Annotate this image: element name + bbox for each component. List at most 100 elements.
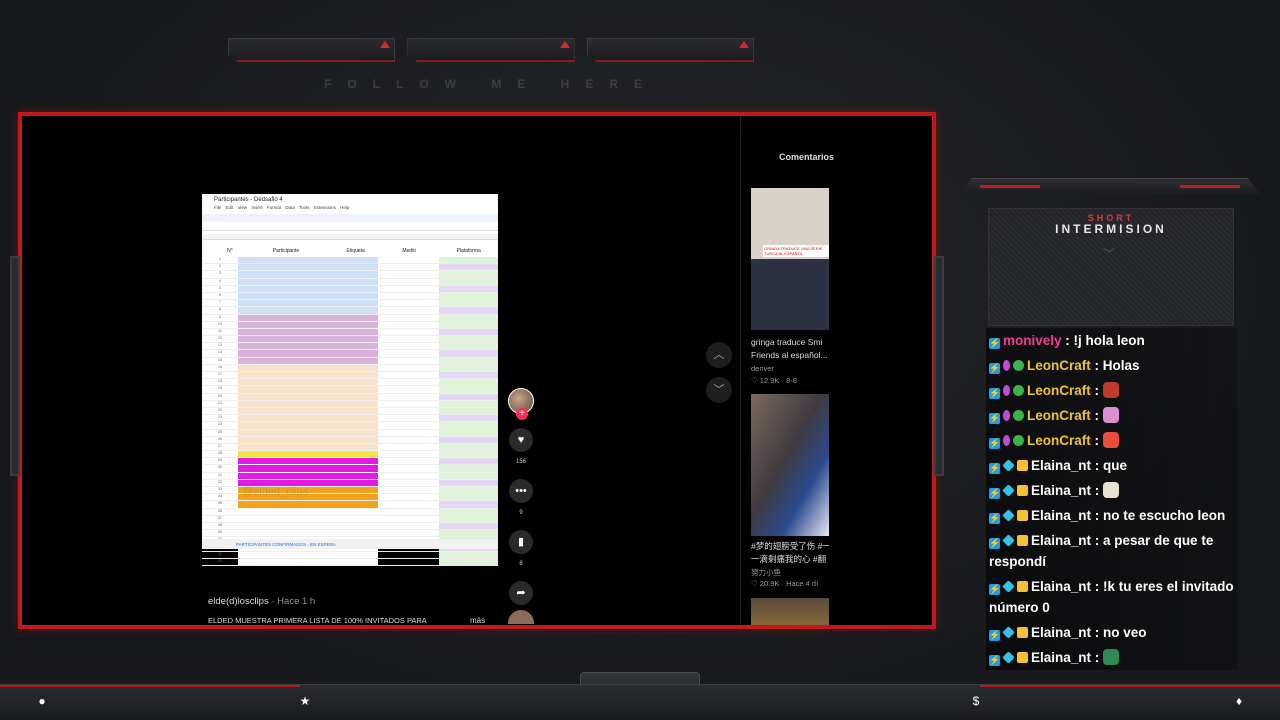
chat-message: ⚡ Elaina_nt : a pesar de que te respondí	[986, 528, 1238, 574]
sheet-header-row: N° Participante Etiqueta Medio Plataform…	[227, 248, 481, 254]
star-icon[interactable]: ★	[298, 694, 312, 708]
post-time: · Hace 1 h	[271, 596, 316, 607]
kick-icon: ⚡	[989, 413, 1001, 424]
thumbnail-label: GRINGA TRADUCE UNA SERIE TURCA AL ESPAÑO…	[763, 245, 829, 257]
chat-message: ⚡ Elaina_nt : no te escucho leon	[986, 503, 1238, 528]
sheet-row: 16	[202, 364, 498, 372]
triangle-icon	[559, 41, 570, 48]
social-tab-2[interactable]	[407, 38, 575, 62]
sheet-row: 42	[202, 551, 498, 559]
like-action[interactable]: ♥ 156	[508, 428, 534, 465]
video-1-title-line1[interactable]: gringa traduce Smi	[751, 336, 829, 348]
spreadsheet-video[interactable]: Participantes - Dedsafio 4 File Edit Vie…	[202, 194, 498, 567]
video-1-title-line2[interactable]: Friends al español...	[751, 349, 829, 361]
crown-icon	[1017, 535, 1028, 546]
sheet-row: 25	[202, 429, 498, 437]
more-link[interactable]: más	[470, 616, 485, 625]
user-icon[interactable]: ●	[35, 694, 49, 708]
creator-avatar[interactable]: +	[508, 388, 534, 420]
video-watermark: @elded_clips	[242, 486, 309, 498]
chat-username[interactable]: LeonCraft	[1027, 358, 1091, 373]
sheet-row: 18	[202, 379, 498, 387]
comment-icon[interactable]: •••	[509, 479, 533, 503]
chat-message: ⚡ Elaina_nt :	[986, 478, 1238, 503]
chat-text: : no te escucho leon	[1091, 508, 1226, 523]
bookmark-icon[interactable]: ▮	[509, 530, 533, 554]
kick-icon: ⚡	[989, 388, 1001, 399]
chat-text: : que	[1091, 458, 1128, 473]
mic-icon	[1003, 385, 1010, 396]
gem-icon	[1002, 484, 1015, 497]
sheet-row: 22	[202, 407, 498, 416]
sheet-row: 36	[202, 508, 498, 516]
chat-text: :	[1091, 483, 1104, 498]
video-author[interactable]: elde(d)losclips · Hace 1 h	[208, 596, 315, 607]
chat-username[interactable]: LeonCraft	[1027, 408, 1091, 423]
sheet-toolbar	[202, 214, 498, 222]
sheet-formula-bar	[202, 225, 498, 231]
chat-username[interactable]: Elaina_nt	[1031, 579, 1091, 594]
follow-plus-icon[interactable]: +	[516, 408, 528, 420]
video-2-author[interactable]: 努力小鱼	[751, 567, 829, 578]
prev-video-button[interactable]: ︿	[706, 342, 732, 368]
follow-me-label: FOLLOW ME HERE	[324, 77, 658, 91]
sheet-row: 3	[202, 271, 498, 279]
share-icon[interactable]: ➦	[509, 581, 533, 605]
sheet-row: 12	[202, 336, 498, 344]
sheet-row: 15	[202, 357, 498, 365]
chevron-down-icon: ﹀	[1103, 247, 1116, 261]
chat-username[interactable]: LeonCraft	[1027, 383, 1091, 398]
video-1-author[interactable]: denver	[751, 364, 829, 373]
side-panel: Comentarios GRINGA TRADUCE UNA SERIE TUR…	[740, 116, 932, 625]
video-thumbnail-3[interactable]	[751, 598, 829, 625]
chat-message: ⚡ Elaina_nt : !k tu eres el invitado núme…	[986, 574, 1238, 620]
video-thumbnail-1[interactable]: GRINGA TRADUCE UNA SERIE TURCA AL ESPAÑO…	[751, 188, 829, 330]
chat-username[interactable]: monively	[1003, 333, 1062, 348]
chat-username[interactable]: LeonCraft	[1027, 433, 1091, 448]
heart-icon[interactable]: ♥	[509, 428, 533, 452]
kick-icon: ⚡	[989, 655, 1001, 666]
author-name[interactable]: elde(d)losclips	[208, 596, 269, 607]
chat-username[interactable]: Elaina_nt	[1031, 508, 1091, 523]
save-action[interactable]: ▮ 8	[508, 530, 534, 567]
crown-icon	[1017, 460, 1028, 471]
sheet-row: 29	[202, 458, 498, 466]
chat-text: : !j hola leon	[1061, 333, 1145, 348]
chat-text: :	[1090, 433, 1103, 448]
sheet-row: 26	[202, 436, 498, 444]
chat-message: ⚡ Elaina_nt :	[986, 645, 1238, 670]
save-count: 8	[519, 561, 523, 567]
comments-tab[interactable]: Comentarios	[779, 152, 834, 162]
intermission-banner: SHORT INTERMISION ﹀	[988, 208, 1234, 326]
comment-action[interactable]: ••• 9	[508, 479, 534, 516]
sheet-row: 24	[202, 422, 498, 430]
next-video-button[interactable]: ﹀	[706, 377, 732, 403]
sheet-row: 13	[202, 343, 498, 351]
video-thumbnail-2[interactable]	[751, 394, 829, 536]
sheet-row: 20	[202, 393, 498, 401]
sheet-row: 2	[202, 264, 498, 272]
social-tab-1[interactable]	[228, 38, 396, 62]
chat-username[interactable]: Elaina_nt	[1031, 483, 1091, 498]
crown-icon	[1017, 581, 1028, 592]
chat-username[interactable]: Elaina_nt	[1031, 533, 1091, 548]
emote-icon	[1103, 649, 1120, 665]
chat-message: ⚡ LeonCraft :	[986, 403, 1238, 428]
kick-icon: ⚡	[989, 338, 1001, 349]
chat-username[interactable]: Elaina_nt	[1031, 650, 1091, 665]
social-tab-3[interactable]	[586, 38, 754, 62]
kick-icon: ⚡	[989, 584, 1001, 595]
chat-text: : Holas	[1090, 358, 1140, 373]
flame-icon[interactable]: ♦	[1232, 694, 1246, 708]
gem-icon	[1002, 580, 1015, 593]
sheet-row: 23	[202, 415, 498, 423]
sheet-column-headers	[202, 234, 498, 240]
chat-username[interactable]: Elaina_nt	[1031, 625, 1091, 640]
emote-icon	[1102, 382, 1119, 398]
dollar-icon[interactable]: $	[969, 694, 983, 708]
video-2-title-line2[interactable]: 一滴剩痛我的心 #翻	[751, 553, 829, 565]
bottom-bar	[0, 684, 1280, 720]
chat-username[interactable]: Elaina_nt	[1031, 458, 1091, 473]
video-2-title-line1[interactable]: #梦的翅膀受了伤 #一	[751, 540, 829, 552]
sheet-row: 21	[202, 400, 498, 408]
